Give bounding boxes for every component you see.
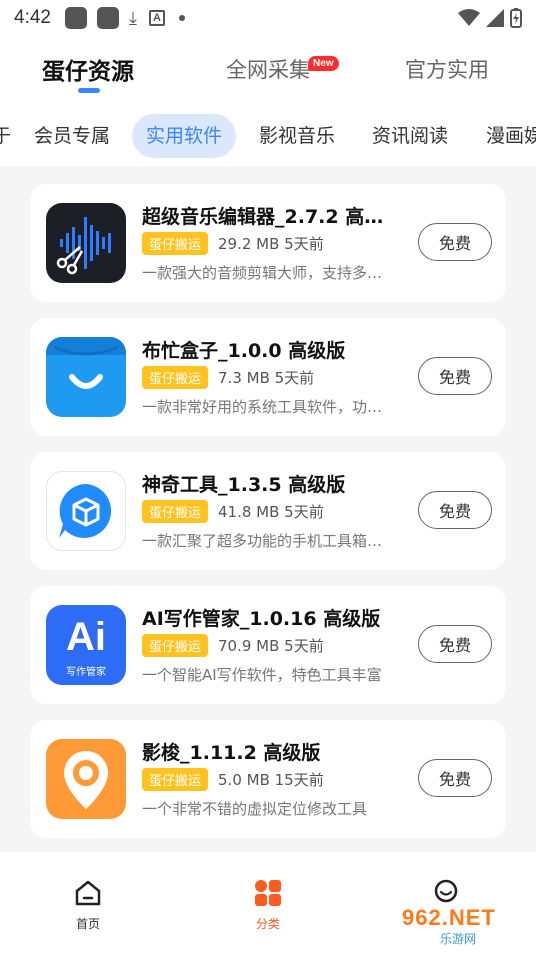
app-description: 一款强大的音频剪辑大师，支持多种格式: [142, 264, 392, 282]
app-card[interactable]: Ai 写作管家 AI写作管家_1.0.16 高级版 蛋仔搬运 70.9 MB 5…: [30, 586, 506, 704]
category-practical-software[interactable]: 实用软件: [132, 114, 237, 158]
app-description: 一个智能AI写作软件，特色工具丰富: [142, 666, 382, 684]
category-video-music[interactable]: 影视音乐: [259, 114, 335, 158]
app-size-date: 5.0 MB 15天前: [218, 771, 324, 789]
nav-category[interactable]: 分类: [228, 878, 308, 932]
app-meta: 蛋仔搬运 7.3 MB 5天前: [142, 366, 314, 389]
free-button[interactable]: 免费: [418, 491, 492, 529]
app-meta: 蛋仔搬运 70.9 MB 5天前: [142, 634, 324, 657]
watermark-logo: 962.NET: [402, 905, 496, 930]
free-button[interactable]: 免费: [418, 625, 492, 663]
nav-home[interactable]: 首页: [48, 878, 128, 932]
category-news-reading[interactable]: 资讯阅读: [372, 114, 448, 158]
more-notifications-dot: [178, 15, 185, 21]
watermark-subtext: 乐游网: [440, 932, 477, 946]
category-partial-left[interactable]: 于: [0, 114, 11, 158]
status-right: [458, 8, 522, 28]
source-tag: 蛋仔搬运: [142, 232, 209, 255]
source-tag: 蛋仔搬运: [142, 366, 209, 389]
audio-editor-icon: [46, 203, 126, 283]
app-description: 一个非常不错的虚拟定位修改工具: [142, 800, 368, 818]
wifi-icon: [458, 9, 480, 26]
app-description: 一款非常好用的系统工具软件，功能强大: [142, 398, 392, 416]
app-size-date: 29.2 MB 5天前: [218, 235, 324, 253]
category-bar: 于 会员专属 实用软件 影视音乐 资讯阅读 漫画娱: [0, 100, 536, 166]
location-pin-icon: [46, 739, 126, 819]
tab-official-practical[interactable]: 官方实用: [405, 54, 489, 84]
app-meta: 蛋仔搬运 41.8 MB 5天前: [142, 500, 324, 523]
app-title: 神奇工具_1.3.5 高级版: [142, 474, 346, 496]
app-size-date: 7.3 MB 5天前: [218, 369, 315, 387]
app-card[interactable]: 布忙盒子_1.0.0 高级版 蛋仔搬运 7.3 MB 5天前 一款非常好用的系统…: [30, 318, 506, 436]
source-tag: 蛋仔搬运: [142, 634, 209, 657]
free-button[interactable]: 免费: [418, 357, 492, 395]
ai-writer-icon: Ai 写作管家: [46, 605, 126, 685]
ai-writer-icon-subtext: 写作管家: [66, 667, 106, 678]
app-title: 影梭_1.11.2 高级版: [142, 742, 321, 764]
notification-app-icon: [96, 7, 119, 29]
app-title: 布忙盒子_1.0.0 高级版: [142, 340, 346, 362]
app-card[interactable]: 超级音乐编辑器_2.7.2 高级版 蛋仔搬运 29.2 MB 5天前 一款强大的…: [30, 184, 506, 302]
source-tag: 蛋仔搬运: [142, 500, 209, 523]
profile-icon: [434, 879, 458, 903]
notification-app-icon: [64, 7, 87, 29]
nav-category-label: 分类: [255, 917, 280, 931]
shopping-bag-icon: [46, 337, 126, 417]
active-tab-indicator: [78, 88, 100, 93]
source-tag: 蛋仔搬运: [142, 768, 209, 791]
ai-writer-icon-text: Ai: [66, 615, 106, 659]
home-icon: [75, 880, 101, 906]
free-button[interactable]: 免费: [418, 759, 492, 797]
category-grid-icon: [255, 880, 281, 906]
app-size-date: 41.8 MB 5天前: [218, 503, 324, 521]
tab-network-collection[interactable]: 全网采集: [226, 54, 310, 84]
app-list: 超级音乐编辑器_2.7.2 高级版 蛋仔搬运 29.2 MB 5天前 一款强大的…: [30, 184, 506, 854]
battery-icon: [510, 8, 522, 28]
new-badge: New: [308, 56, 339, 71]
download-icon: ⤓: [128, 7, 137, 28]
app-description: 一款汇聚了超多功能的手机工具箱软件: [142, 532, 392, 550]
app-card[interactable]: 神奇工具_1.3.5 高级版 蛋仔搬运 41.8 MB 5天前 一款汇聚了超多功…: [30, 452, 506, 570]
cube-chat-icon: [46, 471, 126, 551]
app-title: 超级音乐编辑器_2.7.2 高级版: [142, 206, 392, 228]
status-bar: 4:42 ⤓ A: [0, 0, 536, 36]
status-time: 4:42: [14, 7, 51, 28]
category-member-exclusive[interactable]: 会员专属: [34, 114, 110, 158]
tab-danzai-resources[interactable]: 蛋仔资源: [42, 52, 134, 86]
app-meta: 蛋仔搬运 5.0 MB 15天前: [142, 768, 324, 791]
signal-icon: [486, 9, 504, 27]
free-button[interactable]: 免费: [418, 223, 492, 261]
app-card[interactable]: 影梭_1.11.2 高级版 蛋仔搬运 5.0 MB 15天前 一个非常不错的虚拟…: [30, 720, 506, 838]
app-size-date: 70.9 MB 5天前: [218, 637, 324, 655]
font-notification-icon: A: [148, 10, 165, 26]
app-title: AI写作管家_1.0.16 高级版: [142, 608, 381, 630]
nav-home-label: 首页: [75, 917, 100, 931]
app-meta: 蛋仔搬运 29.2 MB 5天前: [142, 232, 324, 255]
category-comics[interactable]: 漫画娱: [486, 114, 536, 158]
